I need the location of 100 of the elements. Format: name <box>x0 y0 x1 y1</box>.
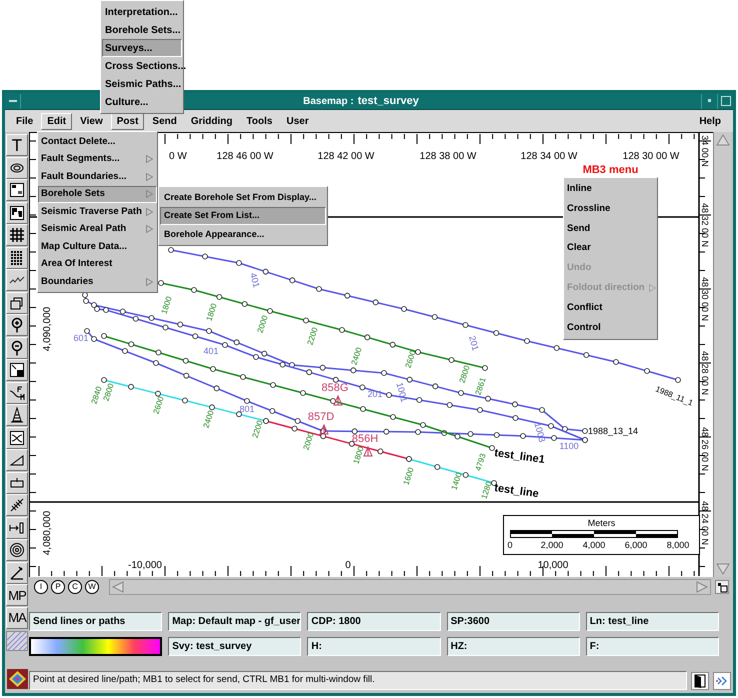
menu-entry[interactable]: Interpretation... <box>102 3 182 21</box>
menu-entry[interactable]: Crossline <box>564 200 657 218</box>
longitude-label: 128 46 00 W <box>216 151 274 162</box>
menu-entry[interactable]: Inline <box>564 180 657 198</box>
shotpoint-label: 2000 <box>256 314 270 334</box>
menu-item[interactable]: Send <box>146 112 183 130</box>
menu-entry[interactable]: Create Borehole Set From Display... <box>160 188 326 206</box>
shotpoint-label: 1400 <box>450 471 464 492</box>
path-point-label: 801 <box>239 404 255 414</box>
menu-item[interactable]: User <box>280 112 315 130</box>
shotpoint-label: 1800 <box>204 302 219 322</box>
well-label: 856H <box>352 433 378 445</box>
line-label: test_line <box>494 482 540 500</box>
path-point-label: 401 <box>248 272 262 289</box>
status-field: HZ: <box>446 637 580 656</box>
help-menu[interactable]: Help <box>694 112 726 130</box>
well-label: 858G <box>322 382 348 394</box>
longitude-label: 0 W <box>169 151 187 162</box>
northing-label: 4,080,000 <box>42 510 53 556</box>
menu-item[interactable]: Tools <box>240 112 278 130</box>
menu-entry-label: Map Culture Data... <box>41 240 128 254</box>
scale-bar-title: Meters <box>586 518 616 528</box>
mb3-menu-title: MB3 menu <box>582 164 640 176</box>
status-field: F: <box>586 637 719 656</box>
menu-item[interactable]: Edit <box>41 112 72 130</box>
menu-entry[interactable]: Borehole Sets... <box>102 21 182 39</box>
menu-entry[interactable]: Map Culture Data... <box>38 238 157 256</box>
menu-entry-label: Undo <box>567 261 592 276</box>
message-field: Point at desired line/path; MB1 to select for send, CTRL MB1 for multi-window fill. <box>29 671 687 690</box>
menu-item[interactable]: File <box>10 112 40 130</box>
shotpoint-label: 2800 <box>458 364 472 384</box>
menu-entry-label: Seismic Areal Path <box>41 222 126 236</box>
path-point-label: 1003 <box>532 421 548 444</box>
menu-entry-label: Clear <box>567 241 591 256</box>
menu-entry[interactable]: Control <box>564 319 657 338</box>
menu-entry[interactable]: Create Set From List... <box>160 206 326 225</box>
shotpoint-label: 1800 <box>352 445 366 466</box>
menu-item[interactable]: View <box>74 112 109 130</box>
menu-entry[interactable]: Contact Delete... <box>38 133 157 150</box>
scale-bar-tick-label: 4,000 <box>582 540 606 550</box>
menu-entry[interactable]: Area Of Interest <box>38 256 157 273</box>
menu-entry-label: Conflict <box>567 301 602 316</box>
path-point-label: 1100 <box>559 441 579 451</box>
menu-entry[interactable]: Clear <box>564 240 657 258</box>
menu-entry-label: Seismic Traverse Path <box>41 204 142 219</box>
status-field: Send lines or paths <box>29 612 162 631</box>
menu-entry-label: Control <box>567 320 601 335</box>
layer-toggle-button[interactable]: I <box>34 580 48 594</box>
menu-entry[interactable]: Seismic Paths... <box>102 75 182 93</box>
shotpoint-label: 2400 <box>350 346 364 366</box>
status-field: H: <box>307 637 441 656</box>
path-point-label: 1001 <box>394 381 410 404</box>
shotpoint-label: 1800 <box>160 295 174 316</box>
shotpoint-label: 2600 <box>152 395 166 416</box>
tool-button[interactable]: T <box>6 134 28 156</box>
path-point-label: 201 <box>467 334 481 352</box>
menu-entry[interactable]: Surveys... <box>102 39 182 57</box>
layer-toggle-button[interactable]: W <box>85 580 99 594</box>
menu-entry[interactable]: Seismic Areal Path <box>38 220 157 238</box>
status-field: Map: Default map - gf_user <box>168 612 302 631</box>
menu-entry[interactable]: Fault Segments... <box>38 150 157 168</box>
menu-entry-label: Fault Boundaries... <box>41 170 127 184</box>
window-survey-name: test_survey <box>358 94 419 109</box>
menu-entry-label: Send <box>567 222 590 236</box>
shotpoint-label: 2800 <box>102 382 116 402</box>
status-field: CDP: 1800 <box>307 612 441 631</box>
layer-toggle-button[interactable]: C <box>68 580 82 594</box>
menu-entry[interactable]: Borehole Sets <box>38 186 157 203</box>
scale-bar-tick-label: 6,000 <box>624 540 648 550</box>
line-label: test_line1 <box>494 447 546 466</box>
menu-entry[interactable]: Culture... <box>102 93 182 111</box>
path-point-label: 601 <box>73 333 89 343</box>
path-name-label: 1988_13_14 <box>588 426 638 436</box>
shotpoint-label: 1280 <box>480 480 494 500</box>
menu-entry-label: Area Of Interest <box>41 257 112 272</box>
menu-entry-label: Boundaries <box>41 274 94 289</box>
status-field: Svy: test_survey <box>168 637 302 656</box>
shotpoint-label: 4793 <box>474 452 488 472</box>
menu-entry-label: Borehole Sets <box>41 187 105 202</box>
longitude-label: 128 34 00 W <box>520 151 578 162</box>
menu-entry[interactable]: Seismic Traverse Path <box>38 203 157 220</box>
menu-item[interactable]: Gridding <box>184 112 239 130</box>
scale-bar-tick-label: 2,000 <box>540 540 564 550</box>
menu-entry-label: Crossline <box>567 202 610 216</box>
status-field: Ln: test_line <box>586 612 719 631</box>
menu-entry-label: Inline <box>567 182 592 196</box>
layer-toggle-button[interactable]: P <box>51 580 65 594</box>
menu-entry[interactable]: Conflict <box>564 299 657 318</box>
tool-button[interactable]: MP <box>6 584 28 606</box>
menu-entry[interactable]: Boundaries <box>38 273 157 290</box>
status-field: SP:3600 <box>446 612 580 631</box>
tool-button[interactable]: MA <box>6 606 28 628</box>
menu-entry[interactable]: Send <box>564 220 657 238</box>
menu-entry-label: Contact Delete... <box>41 134 116 149</box>
menu-entry[interactable]: Fault Boundaries... <box>38 168 157 186</box>
shotpoint-label: 2200 <box>306 326 320 346</box>
menu-entry-label: Fault Segments... <box>41 152 120 166</box>
scale-bar-tick-label: 0 <box>508 540 512 550</box>
shotpoint-label: 2400 <box>202 409 216 430</box>
menu-entry[interactable]: Borehole Appearance... <box>160 225 326 244</box>
